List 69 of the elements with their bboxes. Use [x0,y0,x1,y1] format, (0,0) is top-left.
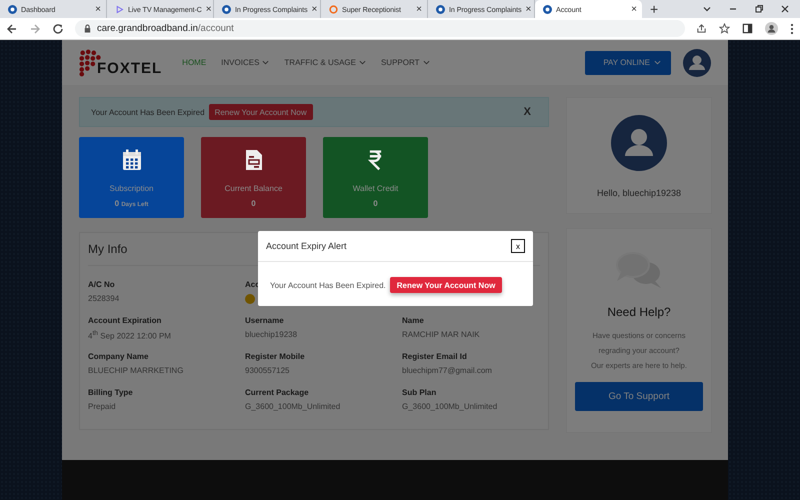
chevron-down-icon[interactable] [702,4,712,14]
field-label: Account Expiration [88,316,162,325]
more-icon[interactable] [790,22,794,34]
lock-icon [83,24,92,33]
field-value: 4$^{th}$ Sep 2022 12:00 PM [88,330,171,341]
field-value: RAMCHIP MAR NAIK [402,330,480,339]
logo-icon [543,4,552,14]
avatar-icon[interactable] [683,48,711,76]
help-title: Need Help? [607,305,671,319]
back-icon[interactable] [6,22,18,34]
field-value: 2528394 [88,294,120,303]
ring-icon [329,4,338,14]
alert-message: Your Account Has Been Expired [91,108,205,116]
field-value: BLUECHIP MARRKETING [88,366,184,375]
sidebar-icon[interactable] [742,23,753,34]
close-icon[interactable]: × [416,4,422,14]
logo-icon [8,4,17,14]
nav-link[interactable]: TRAFFIC & USAGE [284,58,366,67]
field-value: Prepaid [88,402,116,411]
field-value: G_3600_100Mb_Unlimited [402,402,498,411]
close-icon[interactable] [780,4,790,14]
nav-link[interactable]: INVOICES [221,58,270,67]
renew-button[interactable]: Renew Your Account Now [390,277,502,293]
greeting: Hello, bluechip19238 [596,188,682,198]
reload-icon[interactable] [52,22,64,34]
close-icon[interactable]: × [631,4,637,14]
stat-title: Wallet Credit [352,184,398,193]
dialog-message: Your Account Has Been Expired. [270,280,386,290]
field-value: bluechipm77@gmail.com [402,366,492,375]
restore-icon[interactable] [754,4,764,14]
field-value: bluechip19238 [245,330,298,339]
close-icon[interactable]: × [312,4,318,14]
rupee-icon [368,149,383,171]
new-tab-button[interactable]: + [650,1,658,17]
field-label: Sub Plan [402,388,436,397]
field-value: 9300557125 [245,366,290,375]
play-icon [115,4,124,14]
document-icon [244,149,262,171]
stat-title: Current Balance [224,184,282,193]
logo-text: FOXTEL [97,60,162,76]
profile-icon[interactable] [765,22,778,35]
field-label: A/C No [88,280,115,289]
nav-link[interactable]: SUPPORT [380,58,430,67]
close-button[interactable]: x [511,239,525,253]
calendar-icon [122,149,142,171]
dialog-title: Account Expiry Alert [266,241,347,251]
share-icon[interactable] [696,23,707,34]
stat-title: Subscription [109,184,154,193]
address-field[interactable]: care.grandbroadband.in/account [75,20,685,37]
close-icon[interactable]: × [95,4,101,14]
field-label: Billing Type [88,388,133,397]
field-label: Register Mobile [245,352,305,361]
stat-value: 0 [373,199,378,208]
logo-icon [436,4,445,14]
field-label: Current Package [245,388,309,397]
caret-icon [654,59,661,66]
star-icon[interactable] [719,23,730,34]
stat-value: 0 [251,199,256,208]
close-icon[interactable]: × [526,4,532,14]
card-title: My Info [88,242,128,256]
field-label: Name [402,316,424,325]
avatar-icon [611,115,667,171]
field-label: Register Email Id [402,352,467,361]
field-value: G_3600_100Mb_Unlimited [245,402,340,411]
close-icon[interactable]: × [206,4,212,14]
field-label: Company Name [88,352,148,361]
status-badge [245,294,255,304]
field-label: Username [245,316,284,325]
logo-icon [222,4,231,14]
